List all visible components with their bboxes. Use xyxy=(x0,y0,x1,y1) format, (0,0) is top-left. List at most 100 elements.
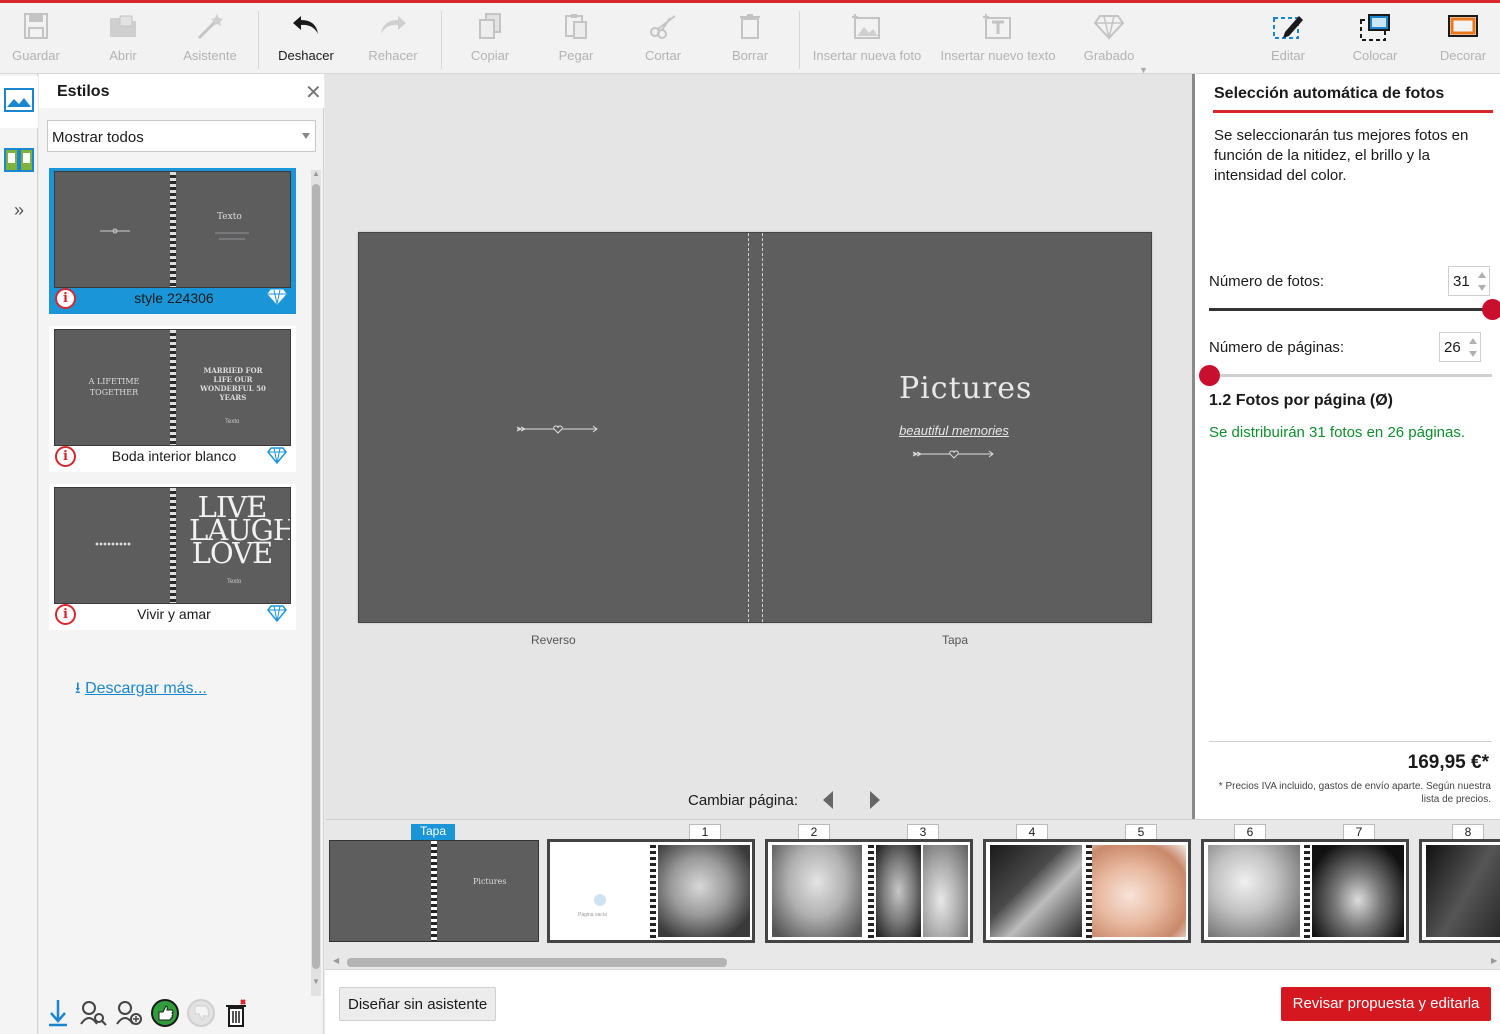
style-card-224306[interactable]: Texto i style 224306 xyxy=(49,168,296,314)
edit-mode-button[interactable]: Editar xyxy=(1262,6,1314,74)
expand-panel-button[interactable]: » xyxy=(0,184,38,236)
stepper-down-icon[interactable] xyxy=(1469,351,1477,357)
diamond-icon xyxy=(1078,6,1140,48)
style-info-icon[interactable]: i xyxy=(55,446,76,467)
spine xyxy=(1304,842,1310,940)
photos-per-page: 1.2 Fotos por página (Ø) xyxy=(1209,392,1394,409)
download-icon[interactable] xyxy=(47,998,77,1030)
style-info-icon[interactable]: i xyxy=(55,288,76,309)
photo-baby[interactable] xyxy=(923,845,968,937)
user-add-icon[interactable] xyxy=(115,998,145,1030)
photo-baby[interactable] xyxy=(772,845,862,937)
thumbnail-pages-2-3[interactable] xyxy=(765,839,973,943)
auto-select-title: Selección automática de fotos xyxy=(1214,85,1445,102)
thumbnail-cover[interactable]: Pictures xyxy=(329,840,539,942)
delete-style-icon[interactable] xyxy=(223,998,253,1030)
photos-count-stepper[interactable]: 31 xyxy=(1448,266,1490,296)
thumbnail-scrollbar-thumb[interactable] xyxy=(347,958,727,967)
style-info-icon[interactable]: i xyxy=(55,604,76,625)
scroll-up-arrow-icon[interactable]: ▲ xyxy=(312,169,320,178)
photo-baby[interactable] xyxy=(1092,845,1186,937)
undo-button[interactable]: Deshacer xyxy=(272,6,340,74)
decorate-mode-button[interactable]: Decorar xyxy=(1434,6,1492,74)
slider-knob[interactable] xyxy=(1482,299,1500,320)
close-icon[interactable]: ✕ xyxy=(305,80,322,105)
stepper-up-icon[interactable] xyxy=(1478,272,1486,278)
open-button[interactable]: Abrir xyxy=(93,6,153,74)
thumb-left-text: A LIFETIME TOGETHER xyxy=(88,377,140,397)
place-mode-button[interactable]: Colocar xyxy=(1346,6,1404,74)
cut-button[interactable]: Cortar xyxy=(633,6,693,74)
photos-count-slider[interactable] xyxy=(1209,299,1500,320)
design-without-wizard-button[interactable]: Diseñar sin asistente xyxy=(339,987,497,1021)
toolbar-separator xyxy=(258,11,259,69)
cover-title[interactable]: Pictures xyxy=(899,371,1031,406)
thumb-page-number: 2 xyxy=(798,824,830,840)
thumbs-down-icon[interactable] xyxy=(186,998,216,1030)
pages-count-stepper[interactable]: 26 xyxy=(1439,332,1481,362)
engrave-button[interactable]: Grabado xyxy=(1078,6,1140,74)
stepper-up-icon[interactable] xyxy=(1469,338,1477,344)
styles-tab[interactable] xyxy=(0,136,38,188)
wizard-button[interactable]: Asistente xyxy=(175,6,245,74)
slider-knob[interactable] xyxy=(1199,365,1220,386)
price: 169,95 €* xyxy=(1407,752,1489,773)
cover-subtitle[interactable]: beautiful memories xyxy=(879,423,1029,438)
thumbnail-pages-6-7[interactable] xyxy=(1201,839,1409,943)
next-page-arrow-icon[interactable] xyxy=(870,791,880,809)
main-toolbar: Guardar Abrir Asistente Deshacer Rehacer… xyxy=(0,0,1500,75)
paste-button[interactable]: Pegar xyxy=(546,6,606,74)
thumbnail-pages-4-5[interactable] xyxy=(983,839,1191,943)
photo-baby[interactable] xyxy=(876,845,921,937)
thumb-page-number: 7 xyxy=(1343,824,1375,840)
thumbnail-page-1[interactable]: Página vacía xyxy=(547,839,755,943)
photos-count-label: Número de fotos: xyxy=(1209,273,1325,290)
style-card-vivir-y-amar[interactable]: LIVE LAUGH LOVE Texto i Vivir y amar xyxy=(49,484,296,630)
price-note: * Precios IVA incluido, gastos de envío … xyxy=(1218,781,1491,805)
insert-photo-button[interactable]: Insertar nueva foto xyxy=(808,6,926,74)
insert-text-button[interactable]: Insertar nuevo texto xyxy=(936,6,1060,74)
style-thumbnail: Texto xyxy=(54,171,291,288)
scroll-left-arrow-icon[interactable]: ◀ xyxy=(333,956,339,965)
spine xyxy=(431,841,437,941)
photo-child[interactable] xyxy=(1426,845,1500,937)
photo-child[interactable] xyxy=(1312,845,1404,937)
user-search-icon[interactable] xyxy=(79,998,109,1030)
styles-scrollbar-thumb[interactable] xyxy=(312,184,320,969)
toolbar-separator xyxy=(441,11,442,69)
style-filter-select[interactable]: Mostrar todos xyxy=(47,120,316,152)
scroll-down-arrow-icon[interactable]: ▼ xyxy=(312,977,320,986)
thumbs-up-icon[interactable] xyxy=(150,998,180,1030)
redo-icon xyxy=(360,6,426,48)
download-arrow-icon: ⭳ xyxy=(75,680,81,697)
photo-baby[interactable] xyxy=(658,845,750,937)
review-and-edit-button[interactable]: Revisar propuesta y editarla xyxy=(1281,987,1491,1021)
stepper-down-icon[interactable] xyxy=(1478,285,1486,291)
pages-count-slider[interactable] xyxy=(1199,365,1492,386)
style-name: Vivir y amar xyxy=(137,606,211,622)
delete-button[interactable]: Borrar xyxy=(720,6,780,74)
style-card-boda-interior-blanco[interactable]: A LIFETIME TOGETHER MARRIED FOR LIFE OUR… xyxy=(49,326,296,472)
thumb-label-cover: Tapa xyxy=(411,824,455,841)
thumb-page-number: 3 xyxy=(907,824,939,840)
photo-child[interactable] xyxy=(1208,845,1300,937)
scroll-right-arrow-icon[interactable]: ▶ xyxy=(1491,956,1497,965)
previous-page-arrow-icon[interactable] xyxy=(823,791,833,809)
thumbnail-page-8[interactable] xyxy=(1419,839,1500,943)
cover-spread[interactable]: Pictures beautiful memories xyxy=(358,232,1152,623)
photos-tab[interactable] xyxy=(0,76,38,128)
photos-count-value: 31 xyxy=(1453,273,1470,290)
thumb-page-number: 4 xyxy=(1016,824,1048,840)
image-icon xyxy=(4,87,34,117)
spine xyxy=(748,233,763,622)
redo-button[interactable]: Rehacer xyxy=(360,6,426,74)
copy-button[interactable]: Copiar xyxy=(460,6,520,74)
styles-bottom-toolbar xyxy=(47,998,317,1032)
book-icon xyxy=(4,147,34,178)
save-button[interactable]: Guardar xyxy=(6,6,66,74)
slider-fill xyxy=(1209,308,1492,311)
download-more-link[interactable]: ⭳ Descargar más... xyxy=(75,677,207,704)
edit-icon xyxy=(1262,6,1314,48)
photo-child[interactable] xyxy=(990,845,1082,937)
spine xyxy=(170,488,176,603)
